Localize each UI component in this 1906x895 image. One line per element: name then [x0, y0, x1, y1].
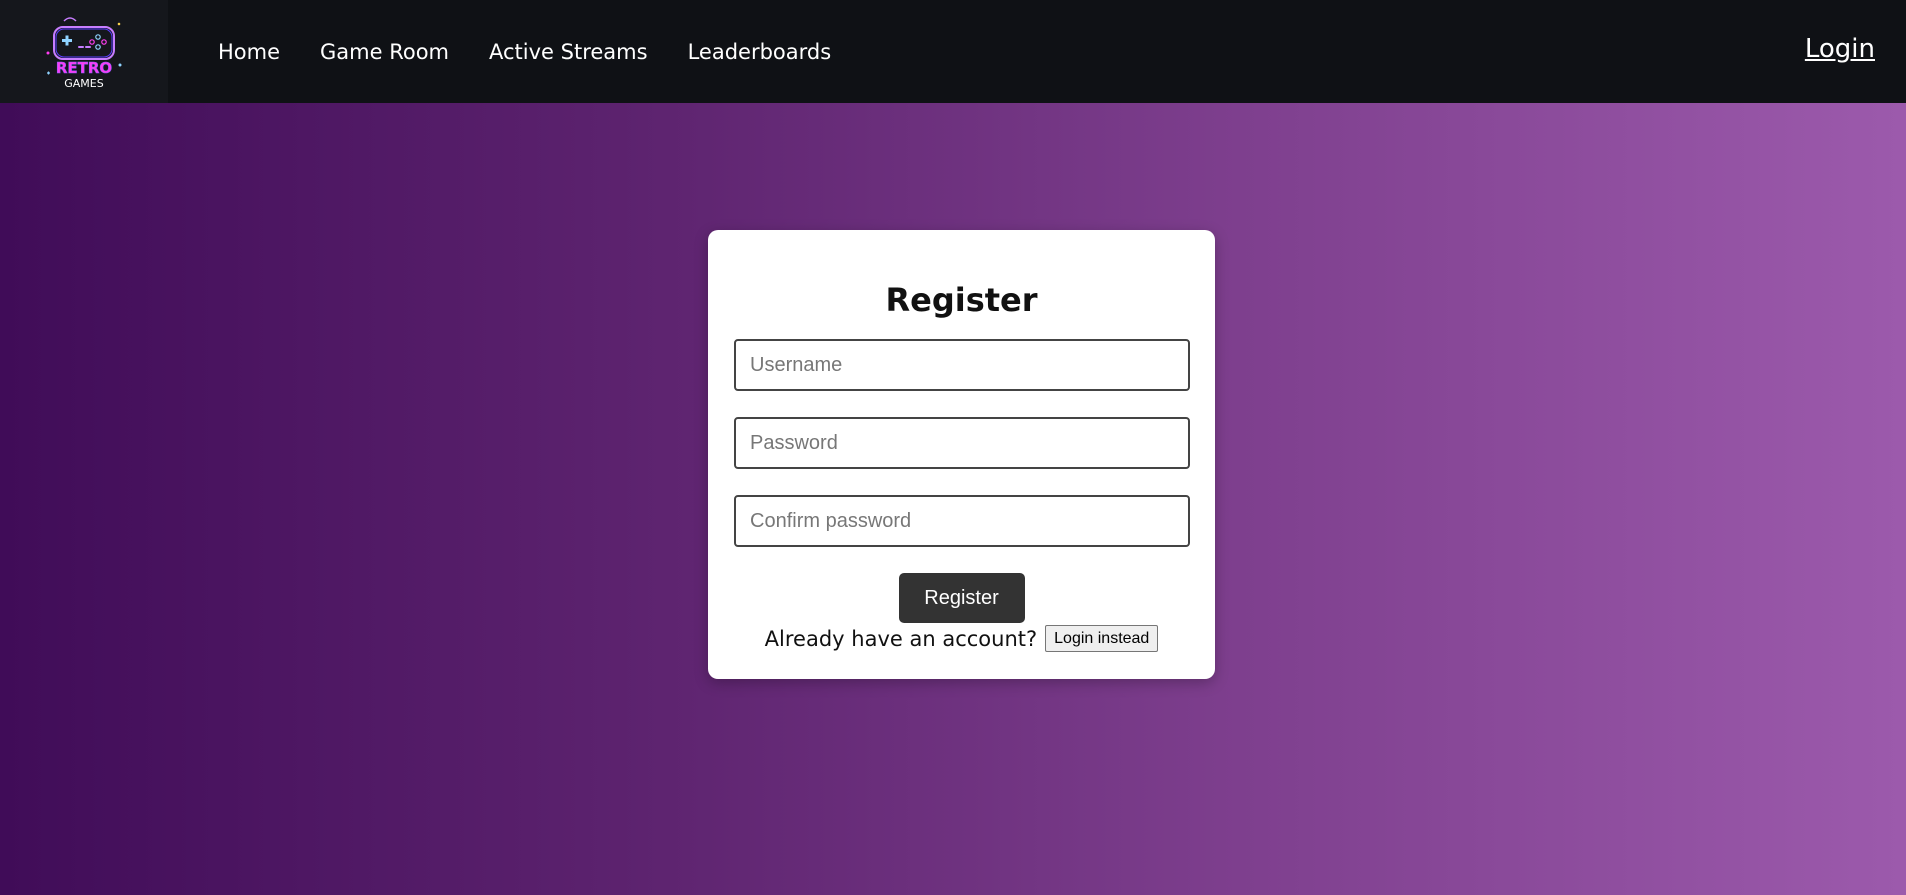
register-title: Register — [885, 281, 1038, 319]
site-logo[interactable]: RETRO GAMES — [0, 0, 168, 103]
password-input[interactable] — [734, 417, 1190, 469]
login-instead-button[interactable]: Login instead — [1045, 625, 1159, 652]
confirm-password-input[interactable] — [734, 495, 1190, 547]
nav-login-link[interactable]: Login — [1805, 34, 1875, 64]
svg-text:GAMES: GAMES — [64, 77, 103, 90]
register-card: Register Register Already have an accoun… — [708, 230, 1215, 679]
nav-active-streams-link[interactable]: Active Streams — [489, 40, 648, 64]
main-nav: Home Game Room Active Streams Leaderboar… — [218, 40, 871, 64]
register-button[interactable]: Register — [898, 573, 1025, 623]
account-prompt-text: Already have an account? — [764, 626, 1038, 651]
nav-leaderboards-link[interactable]: Leaderboards — [688, 40, 832, 64]
username-input[interactable] — [734, 339, 1190, 391]
retro-games-logo-icon: RETRO GAMES — [46, 16, 122, 90]
top-navbar: RETRO GAMES Home Game Room Active Stream… — [0, 0, 1906, 103]
nav-home-link[interactable]: Home — [218, 40, 280, 64]
nav-game-room-link[interactable]: Game Room — [320, 40, 449, 64]
main-content: Register Register Already have an accoun… — [0, 103, 1906, 895]
svg-text:RETRO: RETRO — [56, 59, 112, 77]
login-prompt-row: Already have an account? Login instead — [734, 625, 1189, 652]
